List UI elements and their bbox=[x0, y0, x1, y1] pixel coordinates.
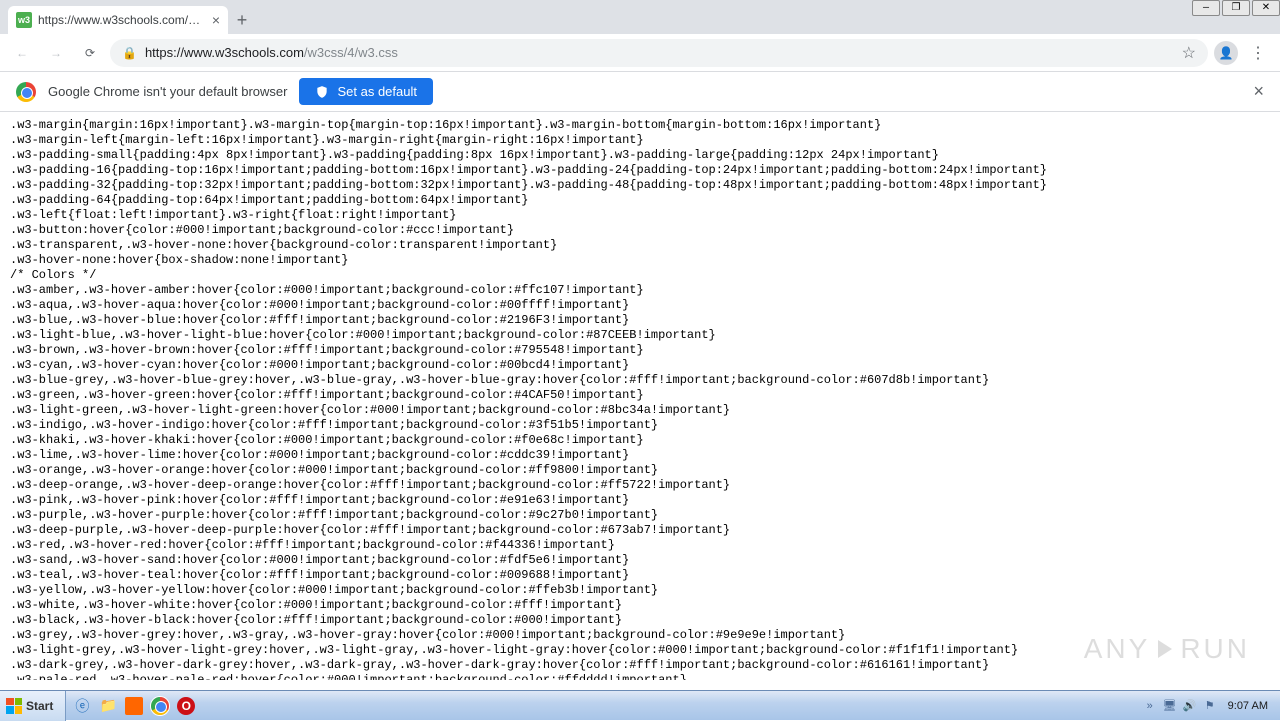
tab-strip: w3 https://www.w3schools.com/w3css/ × + bbox=[0, 0, 1280, 34]
forward-button[interactable]: → bbox=[42, 39, 70, 67]
start-button[interactable]: Start bbox=[0, 691, 66, 721]
quick-launch: ⓔ 📁 O bbox=[66, 694, 198, 718]
flag-icon[interactable]: ⚑ bbox=[1202, 698, 1218, 714]
css-source-view[interactable]: .w3-margin{margin:16px!important}.w3-mar… bbox=[0, 112, 1280, 680]
favicon-icon: w3 bbox=[16, 12, 32, 28]
back-button[interactable]: ← bbox=[8, 39, 36, 67]
maximize-button[interactable]: ❐ bbox=[1222, 0, 1250, 16]
explorer-icon[interactable]: 📁 bbox=[96, 694, 120, 718]
windows-taskbar: Start ⓔ 📁 O » 🖥 🔊 ⚑ 9:07 AM bbox=[0, 690, 1280, 720]
new-tab-button[interactable]: + bbox=[228, 6, 256, 34]
reload-button[interactable]: ⟳ bbox=[76, 39, 104, 67]
tray-expand-icon[interactable]: » bbox=[1142, 698, 1158, 714]
infobar-close-icon[interactable]: × bbox=[1253, 81, 1264, 102]
address-bar[interactable]: 🔒 https://www.w3schools.com/w3css/4/w3.c… bbox=[110, 39, 1208, 67]
bookmark-star-icon[interactable]: ☆ bbox=[1182, 43, 1196, 63]
tab-title: https://www.w3schools.com/w3css/ bbox=[38, 13, 206, 27]
chrome-icon bbox=[16, 82, 36, 102]
app-icon[interactable] bbox=[122, 694, 146, 718]
window-controls: — ❐ ✕ bbox=[1190, 0, 1280, 16]
browser-toolbar: ← → ⟳ 🔒 https://www.w3schools.com/w3css/… bbox=[0, 34, 1280, 72]
lock-icon: 🔒 bbox=[122, 46, 137, 60]
chrome-taskbar-icon[interactable] bbox=[148, 694, 172, 718]
set-default-button[interactable]: Set as default bbox=[299, 78, 433, 105]
network-icon[interactable]: 🖥 bbox=[1162, 698, 1178, 714]
windows-logo-icon bbox=[6, 698, 22, 714]
infobar-message: Google Chrome isn't your default browser bbox=[48, 84, 287, 99]
ie-icon[interactable]: ⓔ bbox=[70, 694, 94, 718]
profile-button[interactable]: 👤 bbox=[1214, 41, 1238, 65]
shield-icon bbox=[315, 85, 329, 99]
minimize-button[interactable]: — bbox=[1192, 0, 1220, 16]
default-browser-infobar: Google Chrome isn't your default browser… bbox=[0, 72, 1280, 112]
volume-icon[interactable]: 🔊 bbox=[1182, 698, 1198, 714]
close-window-button[interactable]: ✕ bbox=[1252, 0, 1280, 16]
taskbar-clock[interactable]: 9:07 AM bbox=[1222, 700, 1274, 712]
menu-button[interactable]: ⋮ bbox=[1244, 43, 1272, 63]
opera-icon[interactable]: O bbox=[174, 694, 198, 718]
browser-tab[interactable]: w3 https://www.w3schools.com/w3css/ × bbox=[8, 6, 228, 34]
url-text: https://www.w3schools.com/w3css/4/w3.css bbox=[145, 45, 398, 60]
close-tab-icon[interactable]: × bbox=[212, 12, 220, 28]
system-tray: » 🖥 🔊 ⚑ 9:07 AM bbox=[1142, 698, 1280, 714]
